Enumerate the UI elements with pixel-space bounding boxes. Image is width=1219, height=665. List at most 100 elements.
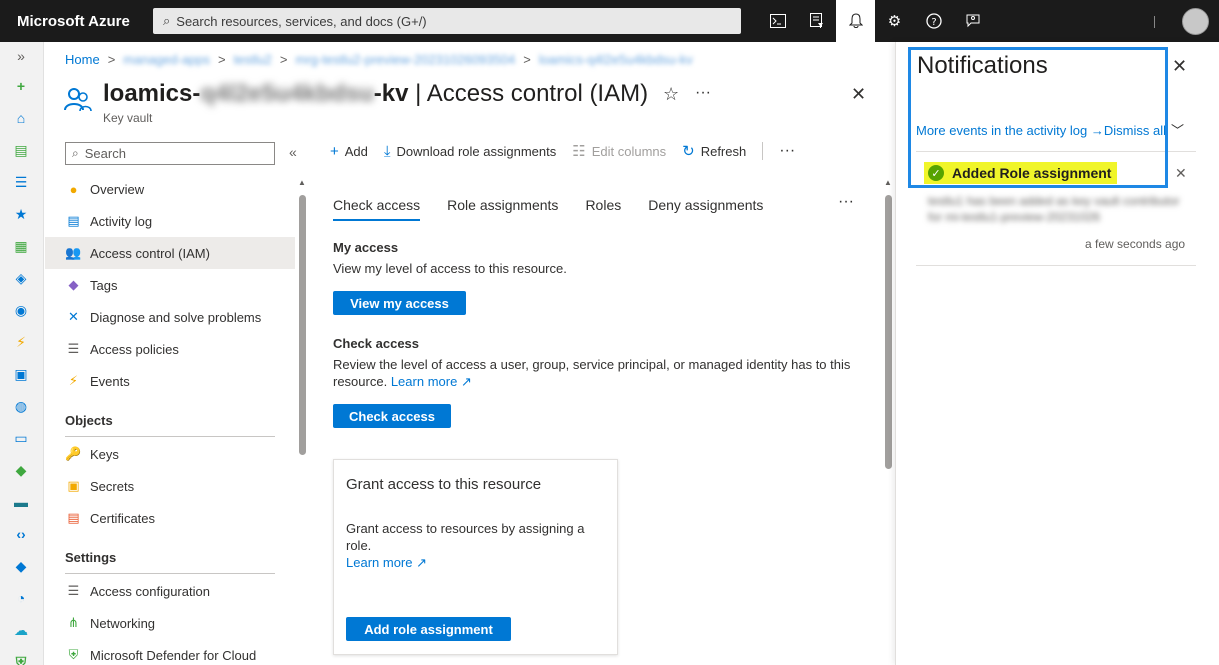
search-icon: ⌕	[163, 13, 171, 28]
my-access-title: My access	[333, 240, 399, 255]
menu-item-secrets[interactable]: ▣ Secrets	[45, 470, 295, 502]
virtual-machines-icon[interactable]: ▭	[11, 428, 31, 448]
virtual-networks-icon[interactable]: ‹›	[11, 524, 31, 544]
tab-role-assignments[interactable]: Role assignments	[447, 197, 558, 221]
tab-roles[interactable]: Roles	[585, 197, 621, 221]
breadcrumb-item[interactable]: managed-apps	[123, 52, 210, 67]
feedback-icon[interactable]	[953, 0, 992, 42]
menu-item-microsoft-defender-for-cloud[interactable]: ⛨ Microsoft Defender for Cloud	[45, 639, 295, 665]
gear-icon[interactable]: ⚙	[875, 0, 914, 42]
expand-menu-icon[interactable]: »	[11, 46, 31, 66]
menu-scrollbar[interactable]: ▲	[296, 178, 308, 665]
menu-section-settings: Settings	[65, 550, 117, 565]
scroll-up-icon[interactable]: ▲	[298, 178, 306, 187]
menu-item-access-configuration[interactable]: ☰ Access configuration	[45, 575, 295, 607]
scroll-up-icon[interactable]: ▲	[884, 178, 892, 187]
favorite-star-icon[interactable]: ☆	[663, 84, 679, 105]
breadcrumb-separator: >	[218, 52, 226, 67]
menu-item-icon: 🔑	[65, 446, 82, 461]
entra-id-icon[interactable]: ◆	[11, 556, 31, 576]
add-button[interactable]: + Add	[330, 143, 368, 160]
menu-item-icon: ●	[69, 181, 78, 197]
more-commands-icon[interactable]: ···	[779, 142, 795, 160]
more-options-icon[interactable]: ···	[695, 84, 711, 102]
monitor-icon[interactable]: ◔	[11, 588, 31, 608]
cosmos-db-icon[interactable]: ◍	[11, 396, 31, 416]
help-icon[interactable]: ?	[914, 0, 953, 42]
tab-check-access[interactable]: Check access	[333, 197, 421, 221]
scroll-thumb[interactable]	[885, 195, 892, 469]
home-icon[interactable]: ⌂	[11, 108, 31, 128]
resource-groups-icon[interactable]: ◈	[11, 268, 31, 288]
advisor-icon[interactable]: ☁	[11, 620, 31, 640]
storage-accounts-icon[interactable]: ▬	[11, 492, 31, 512]
check-access-button[interactable]: Check access	[333, 404, 451, 428]
menu-item-access-control-iam[interactable]: 👥 Access control (IAM)	[45, 237, 295, 269]
menu-item-label: Access policies	[90, 341, 179, 357]
dismiss-all-link[interactable]: Dismiss all	[1104, 123, 1166, 138]
function-app-icon[interactable]: ⚡	[11, 332, 31, 352]
menu-item-events[interactable]: ⚡ Events	[45, 365, 295, 397]
menu-search-placeholder: Search	[84, 146, 126, 161]
close-blade-icon[interactable]: ✕	[851, 84, 866, 105]
learn-more-link[interactable]: Learn more	[346, 555, 412, 570]
menu-item-certificates[interactable]: ▤ Certificates	[45, 502, 295, 534]
add-role-assignment-button[interactable]: Add role assignment	[346, 617, 511, 641]
menu-item-diagnose-and-solve-problems[interactable]: ✕ Diagnose and solve problems	[45, 301, 295, 333]
svg-text:?: ?	[931, 17, 936, 28]
view-my-access-button[interactable]: View my access	[333, 291, 466, 315]
avatar[interactable]	[1182, 8, 1209, 35]
menu-item-label: Secrets	[90, 478, 135, 494]
menu-item-networking[interactable]: ⋔ Networking	[45, 607, 295, 639]
collapse-menu-icon[interactable]: «	[289, 144, 297, 160]
breadcrumb-item[interactable]: mrg-testlu2-preview-20231026093504	[296, 52, 516, 67]
menu-item-label: Keys	[90, 446, 119, 462]
load-balancers-icon[interactable]: ◆	[11, 460, 31, 480]
defender-icon[interactable]: ⛨	[11, 652, 31, 665]
app-services-icon[interactable]: ◉	[11, 300, 31, 320]
menu-item-tags[interactable]: ◆ Tags	[45, 269, 295, 301]
bell-icon[interactable]	[836, 0, 875, 42]
tab-deny-assignments[interactable]: Deny assignments	[648, 197, 763, 221]
create-resource-icon[interactable]: +	[11, 76, 31, 96]
dashboard-icon[interactable]: ▤	[11, 140, 31, 160]
breadcrumb-item[interactable]: loamics-q4l2e5u4kbdsu-kv	[539, 52, 693, 67]
edit-columns-button[interactable]: ☷ Edit columns	[572, 142, 666, 160]
directory-filter-icon[interactable]	[797, 0, 836, 42]
plus-icon: +	[330, 142, 339, 160]
chevron-down-icon[interactable]: ﹀	[1171, 120, 1184, 139]
global-search-input[interactable]: ⌕ Search resources, services, and docs (…	[153, 8, 741, 34]
breadcrumb-home[interactable]: Home	[65, 52, 100, 67]
learn-more-link[interactable]: Learn more	[391, 374, 457, 389]
menu-item-overview[interactable]: ● Overview	[45, 173, 295, 205]
more-events-link[interactable]: More events in the activity log →	[916, 123, 1104, 138]
refresh-button[interactable]: ↻ Refresh	[682, 142, 746, 160]
download-icon: ⤓	[383, 142, 391, 160]
menu-item-access-policies[interactable]: ☰ Access policies	[45, 333, 295, 365]
external-link-icon: ↗	[416, 555, 428, 570]
sql-database-icon[interactable]: ▣	[11, 364, 31, 384]
scroll-thumb[interactable]	[299, 195, 306, 455]
all-services-icon[interactable]: ☰	[11, 172, 31, 192]
menu-item-icon: ▣	[67, 478, 80, 493]
download-role-assignments-button[interactable]: ⤓ Download role assignments	[384, 143, 556, 160]
tabs-more-icon[interactable]: ···	[838, 193, 854, 211]
content-scrollbar[interactable]: ▲	[882, 178, 894, 665]
menu-item-icon: ☰	[67, 583, 80, 598]
menu-item-activity-log[interactable]: ▤ Activity log	[45, 205, 295, 237]
refresh-icon: ↻	[682, 143, 695, 160]
breadcrumb-separator: >	[107, 52, 116, 67]
notification-body: testlu1 has been added as key vault cont…	[928, 194, 1180, 224]
dismiss-notification-icon[interactable]: ✕	[1175, 165, 1187, 182]
my-access-text: View my level of access to this resource…	[333, 261, 567, 276]
brand-title[interactable]: Microsoft Azure	[0, 13, 153, 30]
cloud-shell-icon[interactable]	[758, 0, 797, 42]
notification-item-title[interactable]: ✓ Added Role assignment	[924, 162, 1118, 184]
menu-item-keys[interactable]: 🔑 Keys	[45, 438, 295, 470]
close-notifications-icon[interactable]: ✕	[1172, 56, 1187, 77]
menu-search-input[interactable]: ⌕ Search	[65, 142, 275, 165]
menu-item-icon: ✕	[68, 309, 79, 324]
favorites-icon[interactable]: ★	[11, 204, 31, 224]
breadcrumb-item[interactable]: testlu2	[234, 52, 272, 67]
all-resources-icon[interactable]: ▦	[11, 236, 31, 256]
